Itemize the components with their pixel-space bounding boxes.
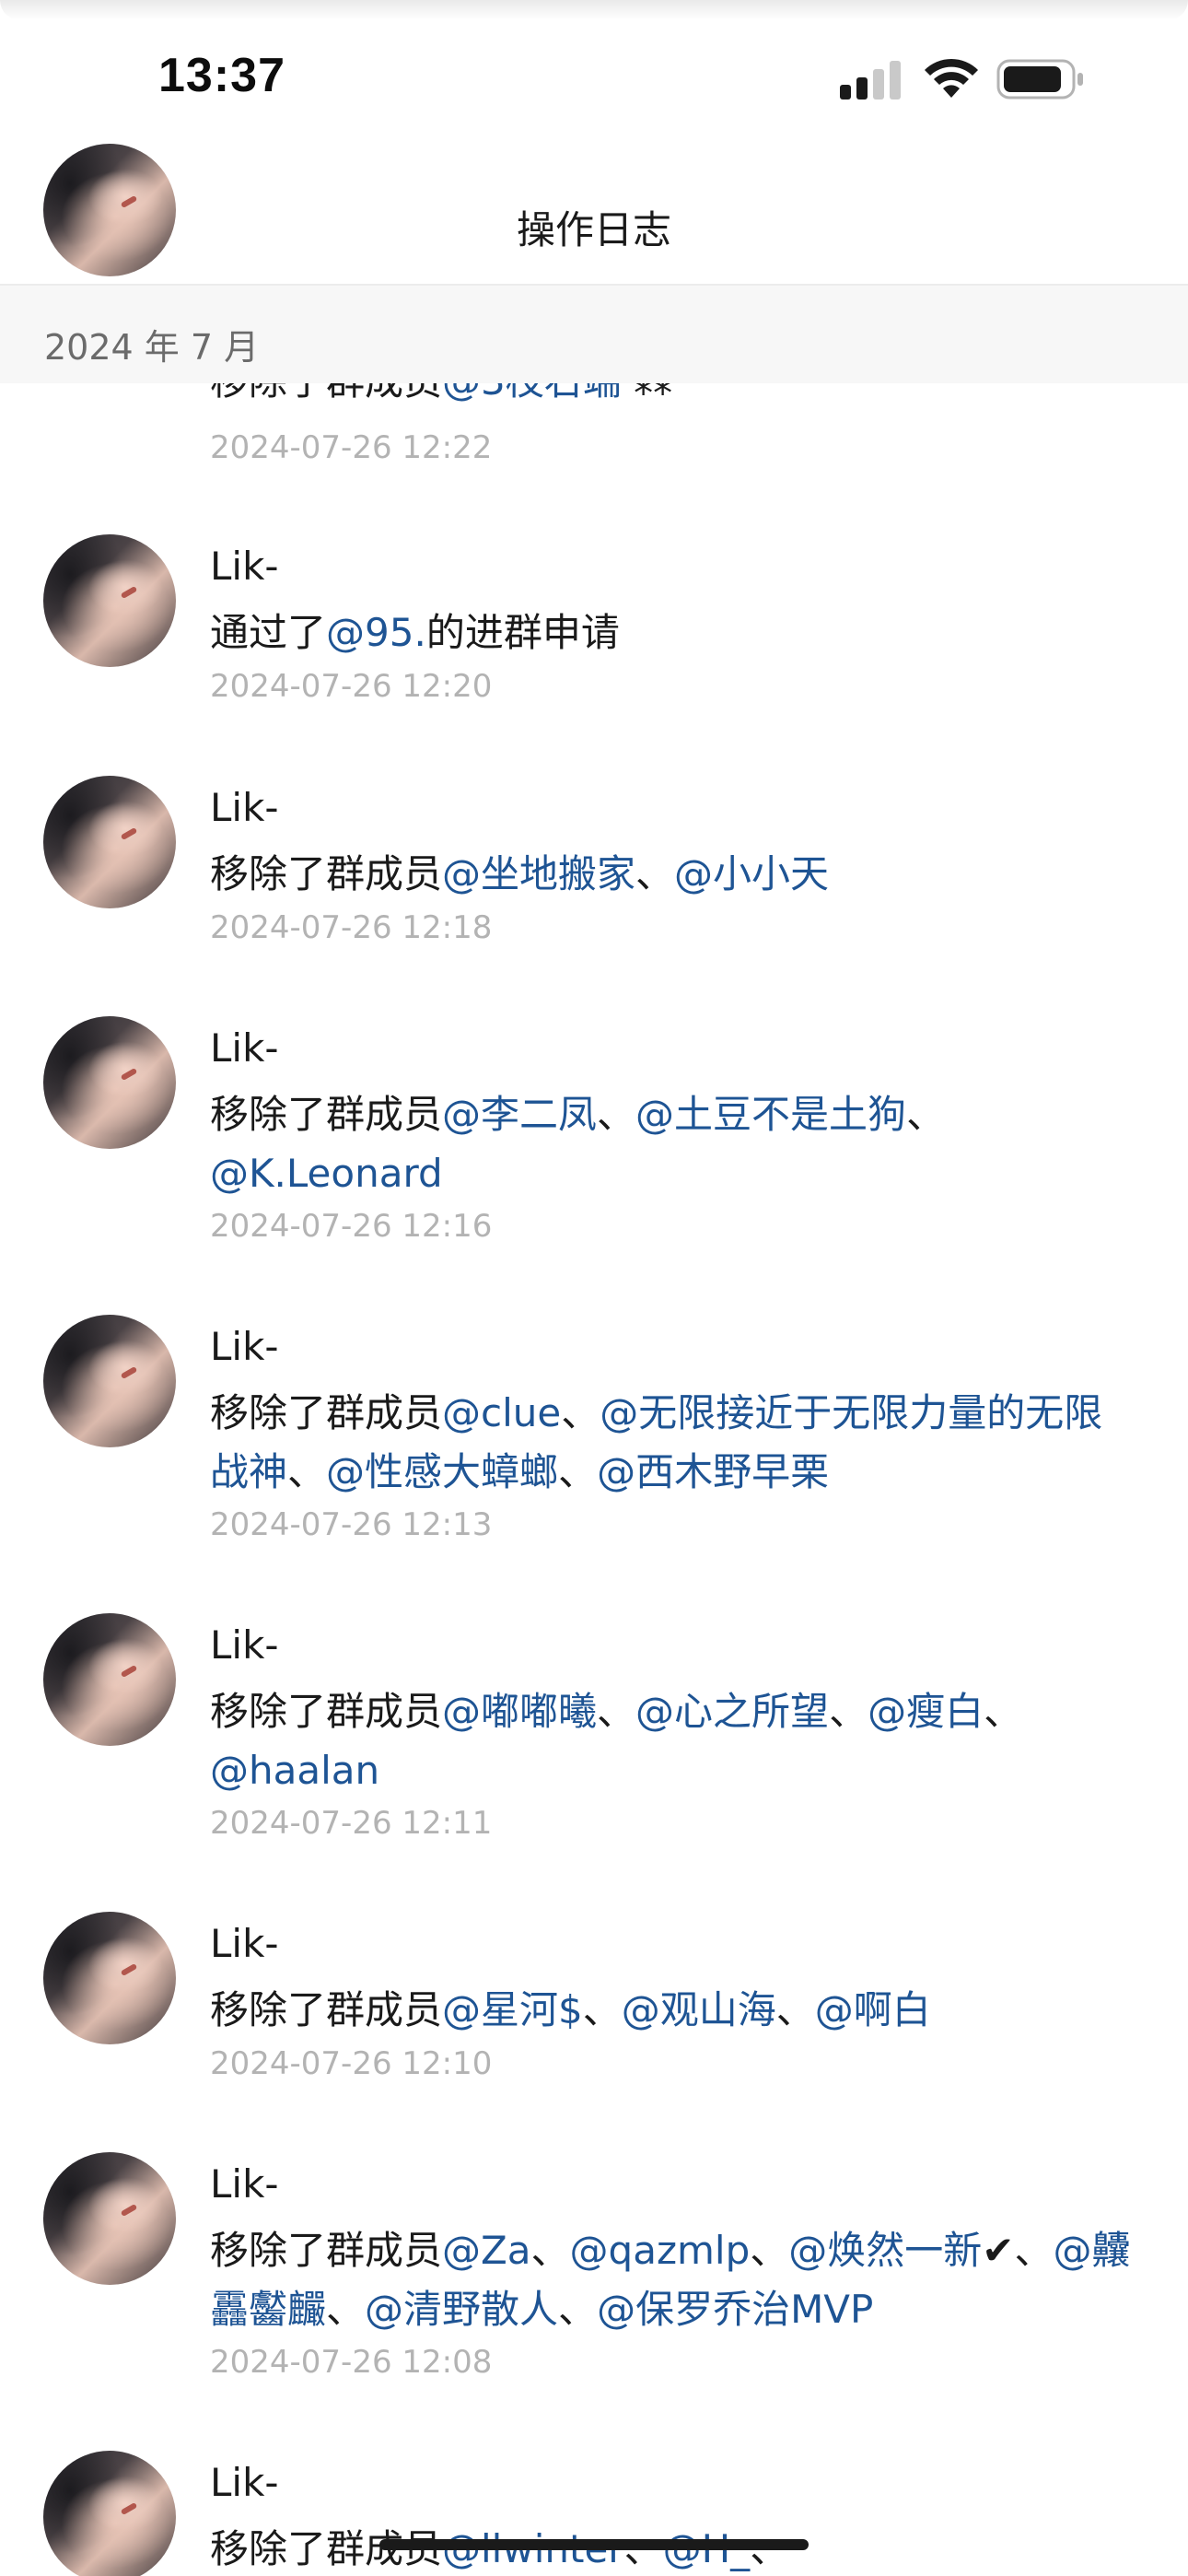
mention-link[interactable]: @李二凤 (442, 1092, 597, 1137)
entry-text-segment: 移除了群成员 (210, 1390, 443, 1435)
status-bar: 13:37 (0, 0, 1188, 157)
entry-text-segment: 、 (558, 2287, 598, 2332)
entry-text-segment: 移除了群成员 (210, 2228, 443, 2273)
entry-username[interactable]: Lik- (210, 785, 279, 830)
entry-username[interactable]: Lik- (210, 2460, 279, 2505)
navigation-bar: 操作日志 (0, 157, 1188, 286)
entry-username[interactable]: Lik- (210, 1025, 279, 1071)
entry-text-segment: 、 (635, 851, 675, 896)
entry-username[interactable]: Lik- (210, 1921, 279, 1966)
entry-text-segment: 移除了群成员 (210, 1987, 443, 2032)
entry-text: 移除了群成员@星河$、@观山海、@啊白 (210, 1981, 1140, 2040)
mention-link[interactable]: @观山海 (622, 1987, 776, 2032)
entry-text-segment: 、 (984, 1689, 1023, 1734)
avatar[interactable] (43, 534, 176, 667)
entry-text-segment: 移除了群成员 (210, 851, 443, 896)
avatar[interactable] (43, 776, 176, 908)
avatar[interactable] (43, 2451, 176, 2576)
mention-link[interactable]: @Za (442, 2228, 531, 2273)
entry-time: 2024-07-26 12:16 (210, 1208, 493, 1245)
entry-text-segment: 、 (561, 1390, 600, 1435)
avatar[interactable] (43, 1613, 176, 1746)
month-label: 2024 年 7 月 (44, 327, 260, 368)
entry-username[interactable]: Lik- (210, 544, 279, 589)
entry-text: 移除了群成员@李二凤、@土豆不是土狗、@K.Leonard (210, 1085, 1140, 1203)
entry-username[interactable]: Lik- (210, 1622, 279, 1668)
mention-link[interactable]: @瘦白 (868, 1689, 984, 1734)
entry-text-segment: 移除了群成员 (210, 1689, 443, 1734)
entry-text-segment: 、 (775, 1987, 815, 2032)
mention-link[interactable]: @95. (326, 610, 426, 655)
entry-text-segment: 、 (326, 2287, 366, 2332)
entry-text-segment: 、 (597, 1092, 636, 1137)
mention-link[interactable]: @保罗乔治MVP (597, 2287, 873, 2332)
mention-link[interactable]: @坐地搬家 (442, 851, 635, 896)
home-indicator (379, 2539, 809, 2550)
mention-link[interactable]: @西木野早栗 (597, 1449, 829, 1494)
entry-text-segment: 、 (287, 1449, 327, 1494)
entry-text-segment: 、 (906, 1092, 946, 1137)
avatar[interactable] (43, 144, 176, 276)
entry-text-segment: 、 (597, 1689, 636, 1734)
entry-text-segment: 、 (750, 2228, 789, 2273)
status-time: 13:37 (158, 49, 285, 102)
entry-time: 2024-07-26 12:11 (210, 1805, 493, 1842)
mention-link[interactable]: @清野散人 (365, 2287, 558, 2332)
entry-time: 2024-07-26 12:18 (210, 909, 493, 946)
entry-text-segment: ✔ (982, 2228, 1015, 2273)
mention-link[interactable]: @啊白 (815, 1987, 931, 2032)
mention-link[interactable]: @心之所望 (635, 1689, 829, 1734)
page-title: 操作日志 (516, 207, 671, 252)
mention-link[interactable]: @土豆不是土狗 (635, 1092, 906, 1137)
entry-username[interactable]: Lik- (210, 2161, 279, 2207)
wifi-icon (925, 58, 978, 98)
entry-text: 移除了群成员@嘟嘟曦、@心之所望、@瘦白、@haalan (210, 1682, 1140, 1800)
mention-link[interactable]: @K.Leonard (210, 1151, 443, 1196)
mention-link[interactable]: @嘟嘟曦 (442, 1689, 597, 1734)
battery-icon (996, 59, 1083, 100)
entry-text-segment: 、 (829, 1689, 868, 1734)
avatar[interactable] (43, 1016, 176, 1149)
entry-time: 2024-07-26 12:13 (210, 1506, 493, 1543)
entry-text-segment: 移除了群成员 (210, 1092, 443, 1137)
entry-text-segment: 、 (582, 1987, 622, 2032)
mention-link[interactable]: @星河$ (442, 1987, 583, 2032)
entry-text: 移除了群成员@clue、@无限接近于无限力量的无限战神、@性感大蟑螂、@西木野早… (210, 1384, 1140, 1502)
mention-link[interactable]: @haalan (210, 1748, 379, 1793)
entry-time: 2024-07-26 12:22 (210, 429, 493, 466)
entry-time: 2024-07-26 12:10 (210, 2045, 493, 2082)
mention-link[interactable]: @焕然一新 (788, 2228, 982, 2273)
entry-text: 移除了群成员@坐地搬家、@小小天 (210, 845, 1140, 904)
entry-username[interactable]: Lik- (210, 1324, 279, 1369)
entry-text: 移除了群成员@Za、@qazmlp、@焕然一新✔、@齉靐齾麣、@清野散人、@保罗… (210, 2221, 1140, 2339)
entry-text: 通过了@95.的进群申请 (210, 603, 1140, 662)
entry-time: 2024-07-26 12:08 (210, 2344, 493, 2381)
cellular-signal-icon (840, 61, 901, 100)
avatar[interactable] (43, 2152, 176, 2285)
entry-text-segment: 、 (1014, 2228, 1054, 2273)
entry-text-segment: 的进群申请 (425, 610, 620, 655)
mention-link[interactable]: @clue (442, 1390, 561, 1435)
mention-link[interactable]: @qazmlp (570, 2228, 751, 2273)
entry-text-segment: 、 (530, 2228, 570, 2273)
avatar[interactable] (43, 1315, 176, 1447)
entry-time: 2024-07-26 12:20 (210, 668, 493, 705)
mention-link[interactable]: @性感大蟑螂 (326, 1449, 558, 1494)
log-entry: Lik- 移除了群成员@llwinter、@H_、 (0, 2451, 1188, 2576)
entry-text-segment: 通过了 (210, 610, 327, 655)
entry-text-segment: 、 (558, 1449, 598, 1494)
avatar[interactable] (43, 1912, 176, 2044)
month-section-header: 2024 年 7 月 (0, 286, 1188, 383)
mention-link[interactable]: @小小天 (674, 851, 829, 896)
